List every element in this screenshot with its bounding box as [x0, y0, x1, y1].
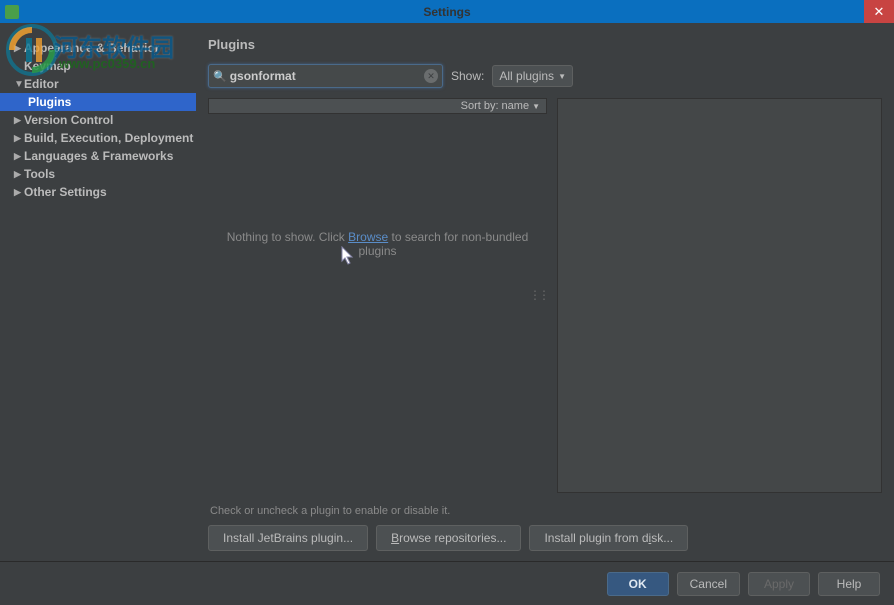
sidebar-item-other-settings[interactable]: ▶Other Settings [0, 183, 196, 201]
clear-search-button[interactable]: ✕ [424, 69, 438, 83]
close-button[interactable]: ✕ [864, 0, 894, 23]
sidebar-item-languages[interactable]: ▶Languages & Frameworks [0, 147, 196, 165]
settings-sidebar: ▶Appearance & Behavior Keymap ▼Editor Pl… [0, 23, 196, 561]
chevron-down-icon: ▼ [14, 79, 24, 90]
plugin-list-panel: Sort by: name ▼ Nothing to show. Click B… [208, 98, 547, 493]
button-label: OK [629, 577, 647, 591]
button-label: rowse repositories... [399, 531, 506, 545]
content-panel: Plugins 🔍 ✕ Show: All plugins ▼ Sort by: [196, 23, 894, 561]
search-row: 🔍 ✕ Show: All plugins ▼ [208, 64, 882, 88]
show-label: Show: [451, 69, 484, 83]
app-icon [5, 5, 19, 19]
sort-value: name [502, 100, 530, 112]
sidebar-item-plugins[interactable]: Plugins [0, 93, 196, 111]
sort-label: Sort by: [461, 100, 499, 112]
chevron-right-icon: ▶ [14, 43, 24, 54]
button-label: Install JetBrains plugin... [223, 531, 353, 545]
close-icon: ✕ [427, 71, 435, 82]
empty-text-prefix: Nothing to show. Click [227, 230, 348, 244]
dropdown-value: All plugins [499, 69, 554, 83]
empty-message: Nothing to show. Click Browse to search … [208, 230, 547, 258]
browse-repositories-button[interactable]: Browse repositories... [376, 525, 521, 551]
chevron-down-icon: ▼ [558, 72, 566, 81]
sidebar-item-version-control[interactable]: ▶Version Control [0, 111, 196, 129]
chevron-right-icon: ▶ [14, 187, 24, 198]
window-title: Settings [423, 5, 470, 19]
chevron-right-icon: ▶ [14, 151, 24, 162]
hint-text: Check or uncheck a plugin to enable or d… [210, 505, 882, 517]
sidebar-item-appearance[interactable]: ▶Appearance & Behavior [0, 39, 196, 57]
show-filter-dropdown[interactable]: All plugins ▼ [492, 65, 573, 87]
button-label-tail: sk... [651, 531, 673, 545]
search-box[interactable]: 🔍 ✕ [208, 64, 443, 88]
body-area: ▶Appearance & Behavior Keymap ▼Editor Pl… [0, 23, 894, 561]
sidebar-item-label: Plugins [28, 95, 71, 109]
sidebar-item-label: Appearance & Behavior [24, 41, 159, 55]
chevron-right-icon: ▶ [14, 115, 24, 126]
lists-row: Sort by: name ▼ Nothing to show. Click B… [208, 98, 882, 493]
sidebar-item-label: Version Control [24, 113, 113, 127]
chevron-down-icon: ▼ [532, 102, 540, 111]
install-from-disk-button[interactable]: Install plugin from disk... [529, 525, 688, 551]
cancel-button[interactable]: Cancel [677, 572, 740, 596]
sidebar-item-label: Keymap [24, 59, 71, 73]
sidebar-item-editor[interactable]: ▼Editor [0, 75, 196, 93]
install-jetbrains-button[interactable]: Install JetBrains plugin... [208, 525, 368, 551]
button-label: Cancel [690, 577, 727, 591]
search-icon: 🔍 [213, 70, 227, 83]
button-mnemonic: B [391, 531, 399, 545]
button-label: Install plugin from d [544, 531, 648, 545]
sidebar-item-label: Languages & Frameworks [24, 149, 173, 163]
sidebar-item-build[interactable]: ▶Build, Execution, Deployment [0, 129, 196, 147]
chevron-right-icon: ▶ [14, 169, 24, 180]
search-input[interactable] [230, 69, 424, 83]
apply-button[interactable]: Apply [748, 572, 810, 596]
action-buttons-row: Install JetBrains plugin... Browse repos… [208, 525, 882, 551]
close-icon: ✕ [874, 4, 885, 20]
button-label: Help [837, 577, 862, 591]
sidebar-item-keymap[interactable]: Keymap [0, 57, 196, 75]
page-title: Plugins [208, 37, 882, 52]
chevron-right-icon: ▶ [14, 133, 24, 144]
button-label: Apply [764, 577, 794, 591]
ok-button[interactable]: OK [607, 572, 669, 596]
sidebar-item-label: Tools [24, 167, 55, 181]
sidebar-item-label: Build, Execution, Deployment [24, 131, 193, 145]
settings-window: Settings ✕ 河东软件园 www.pc0359.cn ▶Appearan… [0, 0, 894, 605]
resize-grip[interactable]: ⋮⋮ [529, 288, 547, 302]
titlebar: Settings ✕ [0, 0, 894, 23]
sidebar-item-label: Other Settings [24, 185, 107, 199]
help-button[interactable]: Help [818, 572, 880, 596]
browse-link[interactable]: Browse [348, 230, 388, 244]
dialog-footer: OK Cancel Apply Help [0, 561, 894, 605]
sidebar-item-label: Editor [24, 77, 59, 91]
sort-bar[interactable]: Sort by: name ▼ [208, 98, 547, 114]
sidebar-item-tools[interactable]: ▶Tools [0, 165, 196, 183]
plugin-detail-panel [557, 98, 882, 493]
